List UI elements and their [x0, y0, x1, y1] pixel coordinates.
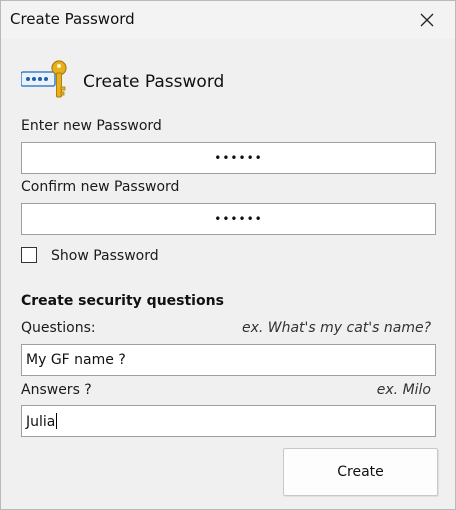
- show-password-label[interactable]: Show Password: [51, 248, 159, 264]
- answer-value: Julia: [26, 414, 56, 430]
- new-password-field[interactable]: ••••••: [21, 142, 436, 174]
- answer-input[interactable]: Julia: [21, 405, 436, 437]
- new-password-value: ••••••: [214, 151, 263, 165]
- question-value: My GF name ?: [26, 352, 126, 368]
- answers-hint: ex. Milo: [376, 382, 431, 398]
- confirm-password-value: ••••••: [214, 212, 263, 226]
- create-password-dialog: Create Password Create Password Enter ne…: [0, 0, 456, 510]
- questions-label: Questions:: [21, 320, 96, 336]
- show-password-checkbox[interactable]: [21, 247, 37, 263]
- password-key-icon: [20, 59, 69, 103]
- close-button[interactable]: [399, 1, 455, 39]
- confirm-password-field[interactable]: ••••••: [21, 203, 436, 235]
- answer-value-wrap: Julia: [26, 413, 58, 430]
- confirm-password-label: Confirm new Password: [21, 179, 180, 195]
- question-input[interactable]: My GF name ?: [21, 344, 436, 376]
- questions-hint: ex. What's my cat's name?: [241, 320, 431, 336]
- answers-label: Answers ?: [21, 382, 92, 398]
- security-questions-heading: Create security questions: [21, 293, 224, 309]
- new-password-label: Enter new Password: [21, 118, 162, 134]
- dialog-heading: Create Password: [83, 72, 225, 92]
- close-icon: [420, 13, 434, 27]
- title-bar[interactable]: Create Password: [1, 1, 455, 39]
- window-title: Create Password: [10, 10, 135, 28]
- text-caret: [56, 413, 58, 429]
- create-button[interactable]: Create: [283, 448, 438, 496]
